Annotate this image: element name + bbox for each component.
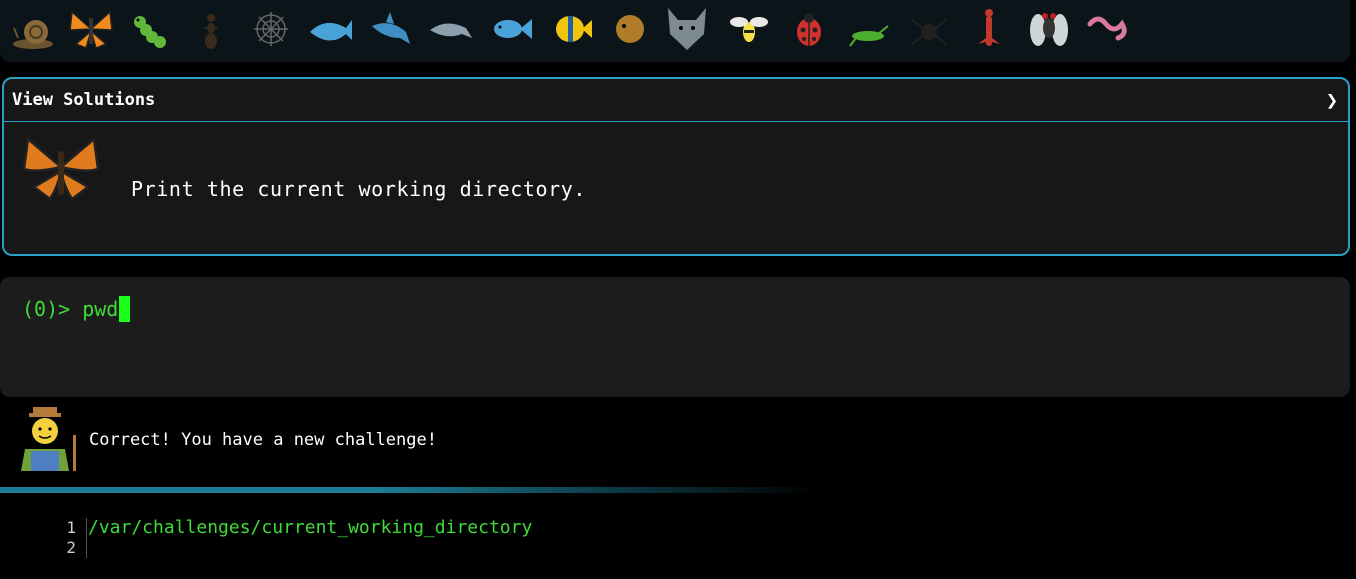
prompt-label: (0)>	[22, 297, 71, 321]
spider-icon[interactable]	[904, 4, 954, 54]
line-number: 1	[66, 518, 76, 537]
snail-icon[interactable]	[8, 4, 58, 54]
dolphin-icon[interactable]	[426, 4, 476, 54]
spider-web-icon[interactable]	[246, 4, 296, 54]
worm-icon[interactable]	[1084, 4, 1134, 54]
command-input[interactable]: pwd	[82, 297, 118, 321]
farmer-icon	[17, 405, 81, 473]
line-number-gutter: 1 2	[40, 518, 87, 558]
output-panel: 1 2 /var/challenges/current_working_dire…	[0, 510, 1356, 579]
solutions-header[interactable]: View Solutions ❯	[4, 79, 1348, 122]
butterfly-icon	[20, 135, 102, 205]
shark-icon[interactable]	[366, 4, 416, 54]
challenge-description: Print the current working directory.	[131, 177, 587, 201]
feedback-divider	[0, 487, 820, 493]
cricket-icon[interactable]	[844, 4, 894, 54]
prompt-line[interactable]: (0)> pwd	[22, 296, 131, 322]
ladybug-icon[interactable]	[784, 4, 834, 54]
solutions-panel: View Solutions ❯ Print the current worki…	[2, 77, 1350, 256]
output-line: /var/challenges/current_working_director…	[88, 517, 533, 538]
fly-icon[interactable]	[1024, 4, 1074, 54]
cursor	[119, 296, 131, 322]
ant-icon[interactable]	[186, 4, 236, 54]
pufferfish-icon[interactable]	[606, 4, 656, 54]
line-number: 2	[66, 538, 76, 557]
solutions-title[interactable]: View Solutions	[12, 90, 155, 110]
wolf-icon[interactable]	[662, 4, 712, 54]
butterfly-icon[interactable]	[66, 4, 116, 54]
feedback-message: Correct! You have a new challenge!	[89, 430, 437, 450]
whale-icon[interactable]	[306, 4, 356, 54]
creature-bar	[0, 0, 1350, 62]
terminal[interactable]: (0)> pwd	[0, 277, 1350, 397]
bee-icon[interactable]	[724, 4, 774, 54]
caterpillar-icon[interactable]	[126, 4, 176, 54]
scorpion-icon[interactable]	[964, 4, 1014, 54]
chevron-right-icon[interactable]: ❯	[1326, 88, 1338, 112]
fish-icon[interactable]	[486, 4, 536, 54]
tropical-fish-icon[interactable]	[546, 4, 596, 54]
